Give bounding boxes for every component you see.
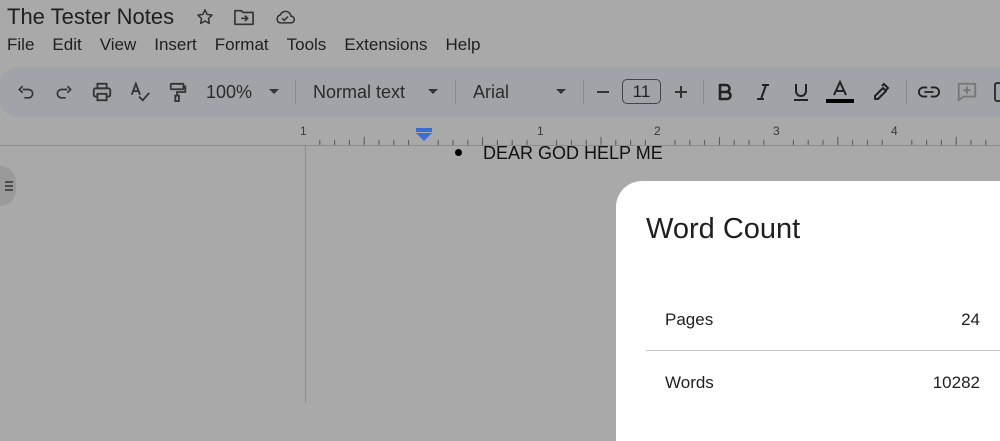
toolbar-divider	[703, 80, 704, 104]
words-label: Words	[665, 373, 714, 392]
title-bar: The Tester Notes	[0, 0, 1000, 32]
move-folder-icon[interactable]	[233, 6, 255, 28]
words-value: 10282	[932, 373, 980, 392]
menu-help[interactable]: Help	[436, 33, 489, 57]
decrease-font-size-icon[interactable]	[593, 67, 613, 117]
menu-format[interactable]: Format	[206, 33, 278, 57]
paint-format-icon[interactable]	[166, 67, 190, 117]
paragraph-style-select[interactable]: Normal text	[313, 67, 423, 117]
ruler-label: 3	[773, 124, 780, 138]
underline-icon[interactable]	[790, 67, 812, 117]
pages-value: 24	[961, 310, 980, 329]
outline-icon	[5, 181, 13, 191]
font-select[interactable]: Arial	[473, 67, 543, 117]
show-outline-button[interactable]	[0, 166, 16, 206]
menu-tools[interactable]: Tools	[278, 33, 336, 57]
ruler-label: 1	[537, 124, 544, 138]
font-dropdown-icon[interactable]	[553, 67, 569, 117]
ruler[interactable]	[0, 117, 1000, 146]
ruler-ticks	[319, 137, 987, 145]
bold-icon[interactable]	[714, 67, 736, 117]
menu-insert[interactable]: Insert	[145, 33, 206, 57]
dialog-title: Word Count	[646, 213, 801, 245]
ruler-label: 2	[654, 124, 661, 138]
bullet-point	[455, 149, 462, 156]
menu-view[interactable]: View	[91, 33, 146, 57]
menu-bar: File Edit View Insert Format Tools Exten…	[0, 33, 489, 57]
cloud-status-icon[interactable]	[274, 6, 296, 28]
more-tools-icon[interactable]	[993, 67, 1000, 117]
row-divider	[646, 350, 1000, 351]
increase-font-size-icon[interactable]	[671, 67, 691, 117]
toolbar: 100% Normal text Arial 11	[0, 67, 1000, 117]
zoom-dropdown-icon[interactable]	[266, 67, 282, 117]
print-icon[interactable]	[90, 67, 114, 117]
spellcheck-icon[interactable]	[128, 67, 152, 117]
toolbar-divider	[583, 80, 584, 104]
text-color-icon[interactable]	[826, 67, 854, 117]
toolbar-divider	[455, 80, 456, 104]
pages-label: Pages	[665, 310, 714, 329]
star-icon[interactable]	[194, 6, 216, 28]
menu-extensions[interactable]: Extensions	[335, 33, 436, 57]
insert-link-icon[interactable]	[917, 67, 941, 117]
toolbar-divider	[906, 80, 907, 104]
document-title[interactable]: The Tester Notes	[7, 4, 174, 30]
menu-edit[interactable]: Edit	[43, 33, 90, 57]
style-dropdown-icon[interactable]	[425, 67, 441, 117]
menu-file[interactable]: File	[0, 33, 43, 57]
zoom-select[interactable]: 100%	[206, 67, 256, 117]
ruler-label: 1	[300, 124, 307, 138]
toolbar-divider	[295, 80, 296, 104]
italic-icon[interactable]	[752, 67, 774, 117]
ruler-label: 4	[891, 124, 898, 138]
add-comment-icon[interactable]	[955, 67, 979, 117]
highlight-icon[interactable]	[870, 67, 892, 117]
font-size-input[interactable]: 11	[622, 79, 661, 104]
word-count-dialog: Word Count Pages 24 Words 10282	[616, 181, 1000, 441]
redo-icon[interactable]	[52, 67, 76, 117]
document-text[interactable]: DEAR GOD HELP ME	[483, 143, 663, 164]
undo-icon[interactable]	[14, 67, 38, 117]
page-left-edge	[305, 146, 306, 403]
